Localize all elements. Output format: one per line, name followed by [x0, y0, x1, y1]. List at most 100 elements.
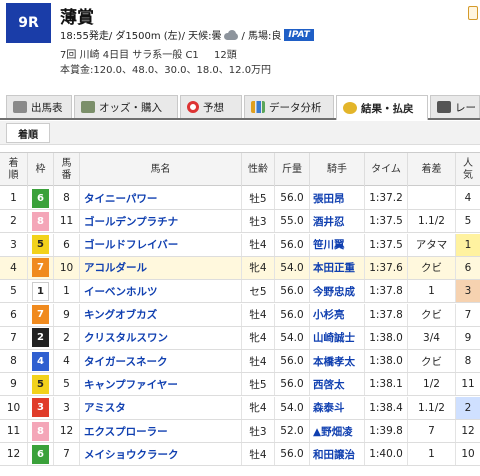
- race-conditions: 18:55発走 / ダ1500m (左) / 天候:曇 / 馬場:良 IPAT: [60, 27, 314, 42]
- tab-entries[interactable]: 出馬表: [6, 95, 72, 118]
- target-icon: [187, 101, 199, 113]
- popularity: 8: [464, 355, 472, 368]
- horse-name-link[interactable]: タイニーパワー: [80, 187, 242, 209]
- subtab-finish-order[interactable]: 着順: [6, 123, 50, 143]
- frame-cell: 7: [28, 303, 54, 326]
- bookmark-icon[interactable]: [468, 6, 478, 20]
- col-frame: 枠: [28, 153, 54, 187]
- popularity: 7: [464, 308, 472, 321]
- horse-number: 11: [54, 210, 80, 233]
- tab-prediction[interactable]: 予想: [180, 95, 242, 118]
- tab-race-info[interactable]: レー: [430, 95, 480, 118]
- jockey-link[interactable]: ▲野畑凌: [310, 420, 365, 442]
- horse-name-link[interactable]: イーベンホルツ: [80, 280, 242, 303]
- table-header: 着順 枠 馬番 馬名 性齢 斤量 騎手 タイム 着差 人気: [0, 152, 480, 187]
- table-row: 9 5 5 キャンプファイヤー 牡5 56.0 西啓太 1:38.1 1/2 11: [0, 373, 480, 397]
- horse-name-link[interactable]: キングオブカズ: [80, 303, 242, 326]
- start-time: 18:55発走: [60, 31, 109, 42]
- horse-number: 7: [54, 443, 80, 466]
- horse-number: 2: [54, 326, 80, 349]
- margin: クビ: [408, 350, 456, 373]
- carried-weight: 56.0: [275, 233, 310, 256]
- col-weight: 斤量: [275, 153, 310, 187]
- popularity: 10: [461, 448, 475, 461]
- margin: 1/2: [408, 373, 456, 396]
- carried-weight: 56.0: [275, 373, 310, 396]
- frame-cell: 6: [28, 187, 54, 209]
- horse-name-link[interactable]: クリスタルスワン: [80, 326, 242, 349]
- finish-rank: 2: [0, 210, 28, 233]
- jockey-link[interactable]: 本田正重: [310, 256, 365, 279]
- frame-cell: 7: [28, 256, 54, 279]
- table-row: 7 2 2 クリスタルスワン 牝4 54.0 山崎誠士 1:38.0 3/4 9: [0, 326, 480, 350]
- horse-name-link[interactable]: メイショウクラーク: [80, 443, 242, 466]
- horse-name-link[interactable]: エクスプローラー: [80, 420, 242, 442]
- frame-cell: 2: [28, 326, 54, 349]
- weather-info: / 天候:曇: [181, 31, 222, 42]
- frame-number: 4: [32, 351, 49, 371]
- race-number-badge: 9R: [6, 3, 51, 43]
- list-icon: [437, 101, 451, 113]
- horse-name-link[interactable]: ゴールドフレイバー: [80, 233, 242, 256]
- jockey-link[interactable]: 本橋孝太: [310, 350, 365, 373]
- horse-number: 6: [54, 233, 80, 256]
- jockey-link[interactable]: 笹川翼: [310, 233, 365, 256]
- frame-number: 1: [32, 281, 49, 301]
- frame-number: 5: [32, 235, 49, 255]
- finish-rank: 8: [0, 350, 28, 373]
- horse-name-link[interactable]: ゴールデンプラチナ: [80, 210, 242, 233]
- horse-name-link[interactable]: アコルダール: [80, 256, 242, 279]
- sex-age: 牡4: [242, 443, 275, 466]
- frame-cell: 3: [28, 396, 54, 419]
- col-label: 着順: [8, 158, 19, 181]
- horse-name-link[interactable]: キャンプファイヤー: [80, 373, 242, 396]
- finish-time: 1:37.5: [365, 233, 408, 256]
- frame-cell: 4: [28, 350, 54, 373]
- popularity: 2: [456, 396, 480, 419]
- jockey-link[interactable]: 森泰斗: [310, 396, 365, 419]
- jockey-link[interactable]: 酒井忍: [310, 210, 365, 233]
- tab-results[interactable]: 結果・払戻: [336, 95, 428, 120]
- finish-time: 1:37.8: [365, 303, 408, 326]
- tab-odds[interactable]: オッズ・購入: [74, 95, 178, 118]
- margin: 1: [408, 443, 456, 466]
- frame-number: 8: [32, 211, 49, 231]
- table-row: 8 4 4 タイガースネーク 牡4 56.0 本橋孝太 1:38.0 クビ 8: [0, 350, 480, 374]
- table-row: 2 8 11 ゴールデンプラチナ 牡3 55.0 酒井忍 1:37.5 1.1/2 5: [0, 210, 480, 234]
- course-info: / ダ1500m (左): [108, 31, 182, 42]
- meeting: 7回 川崎 4日目 サラ系一般 C1: [60, 50, 199, 61]
- carried-weight: 56.0: [275, 350, 310, 373]
- tab-data-analysis[interactable]: データ分析: [244, 95, 334, 118]
- ipat-badge[interactable]: IPAT: [284, 28, 314, 41]
- carried-weight: 54.0: [275, 396, 310, 419]
- tab-label: オッズ・購入: [99, 101, 162, 114]
- jockey-link[interactable]: 張田昂: [310, 187, 365, 209]
- frame-number: 7: [32, 258, 49, 278]
- popularity: 3: [456, 280, 480, 303]
- frame-cell: 8: [28, 210, 54, 233]
- margin: クビ: [408, 303, 456, 326]
- jockey-link[interactable]: 西啓太: [310, 373, 365, 396]
- jockey-link[interactable]: 小杉亮: [310, 303, 365, 326]
- finish-time: 1:38.1: [365, 373, 408, 396]
- col-time: タイム: [365, 153, 408, 187]
- jockey-link[interactable]: 山崎誠士: [310, 326, 365, 349]
- margin: 7: [408, 420, 456, 442]
- horse-name-link[interactable]: タイガースネーク: [80, 350, 242, 373]
- tab-label: 出馬表: [31, 101, 63, 114]
- sex-age: 牡4: [242, 303, 275, 326]
- finish-time: 1:40.0: [365, 443, 408, 466]
- table-row: 1 6 8 タイニーパワー 牡5 56.0 張田昂 1:37.2 4: [0, 187, 480, 210]
- horse-number: 12: [54, 420, 80, 442]
- jockey-link[interactable]: 和田譲治: [310, 443, 365, 466]
- col-label: 騎手: [327, 164, 347, 175]
- race-title: 薄賞: [60, 8, 94, 28]
- result-subtabs: 着順: [0, 121, 480, 145]
- carried-weight: 56.0: [275, 443, 310, 466]
- col-rank: 着順: [0, 153, 28, 187]
- horse-number: 1: [54, 280, 80, 303]
- jockey-link[interactable]: 今野忠成: [310, 280, 365, 303]
- carried-weight: 56.0: [275, 187, 310, 209]
- carried-weight: 54.0: [275, 256, 310, 279]
- horse-name-link[interactable]: アミスタ: [80, 396, 242, 419]
